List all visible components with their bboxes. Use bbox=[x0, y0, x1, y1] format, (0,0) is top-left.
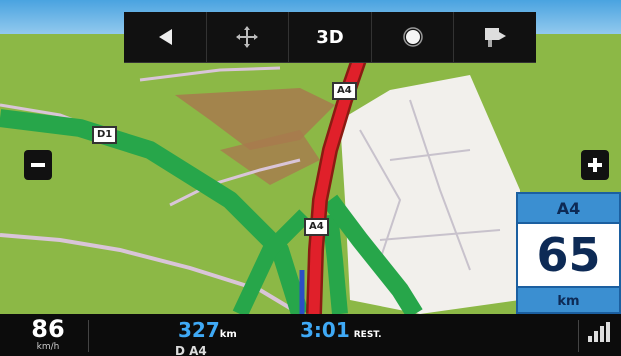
road-shield-d1: D1 bbox=[92, 126, 118, 144]
route-roads: D A4 bbox=[175, 344, 207, 356]
signal-strength-icon bbox=[588, 322, 610, 342]
road-shield-a4-mid: A4 bbox=[304, 218, 329, 236]
zoom-in-button[interactable] bbox=[581, 150, 609, 180]
plus-icon bbox=[588, 158, 602, 172]
view-3d-button[interactable]: 3D bbox=[289, 12, 372, 62]
pan-button[interactable] bbox=[207, 12, 290, 62]
remaining-distance[interactable]: 327km bbox=[178, 318, 237, 342]
zoom-out-button[interactable] bbox=[24, 150, 52, 180]
left-triangle-icon bbox=[158, 29, 172, 45]
speed-limit-unit: km bbox=[557, 293, 580, 309]
divider bbox=[578, 320, 579, 352]
sun-icon bbox=[402, 27, 423, 47]
highway-ramp-mid bbox=[322, 214, 348, 315]
speed-limit-value: 65 bbox=[518, 224, 619, 288]
current-speed[interactable]: 86 km/h bbox=[20, 316, 76, 352]
flag-pointer-icon bbox=[485, 28, 507, 47]
road-shield-a4-top: A4 bbox=[332, 82, 357, 100]
current-speed-unit: km/h bbox=[36, 342, 60, 352]
remaining-time-value: 3:01 bbox=[300, 318, 350, 342]
remaining-time[interactable]: 3:01 REST. bbox=[300, 318, 382, 342]
remaining-time-label: REST. bbox=[353, 330, 382, 340]
speed-limit-panel: A4 65 km bbox=[516, 192, 621, 314]
remaining-distance-unit: km bbox=[219, 329, 237, 340]
current-speed-value: 86 bbox=[31, 315, 65, 343]
remaining-distance-value: 327 bbox=[178, 318, 220, 342]
top-toolbar: 3D bbox=[124, 12, 536, 63]
day-night-button[interactable] bbox=[372, 12, 455, 62]
divider bbox=[88, 320, 89, 352]
navigation-screen: D1 A4 A4 3D A4 65 km 86 km/h 327km 3:01 … bbox=[0, 0, 621, 356]
speed-limit-road: A4 bbox=[518, 194, 619, 224]
menu-button[interactable] bbox=[454, 12, 536, 62]
gps-status[interactable] bbox=[584, 320, 618, 352]
bottom-info-bar: 86 km/h 327km 3:01 REST. D A4 bbox=[0, 314, 621, 356]
crosshair-move-icon bbox=[236, 26, 259, 48]
minus-icon bbox=[31, 163, 45, 167]
back-button[interactable] bbox=[124, 12, 207, 62]
